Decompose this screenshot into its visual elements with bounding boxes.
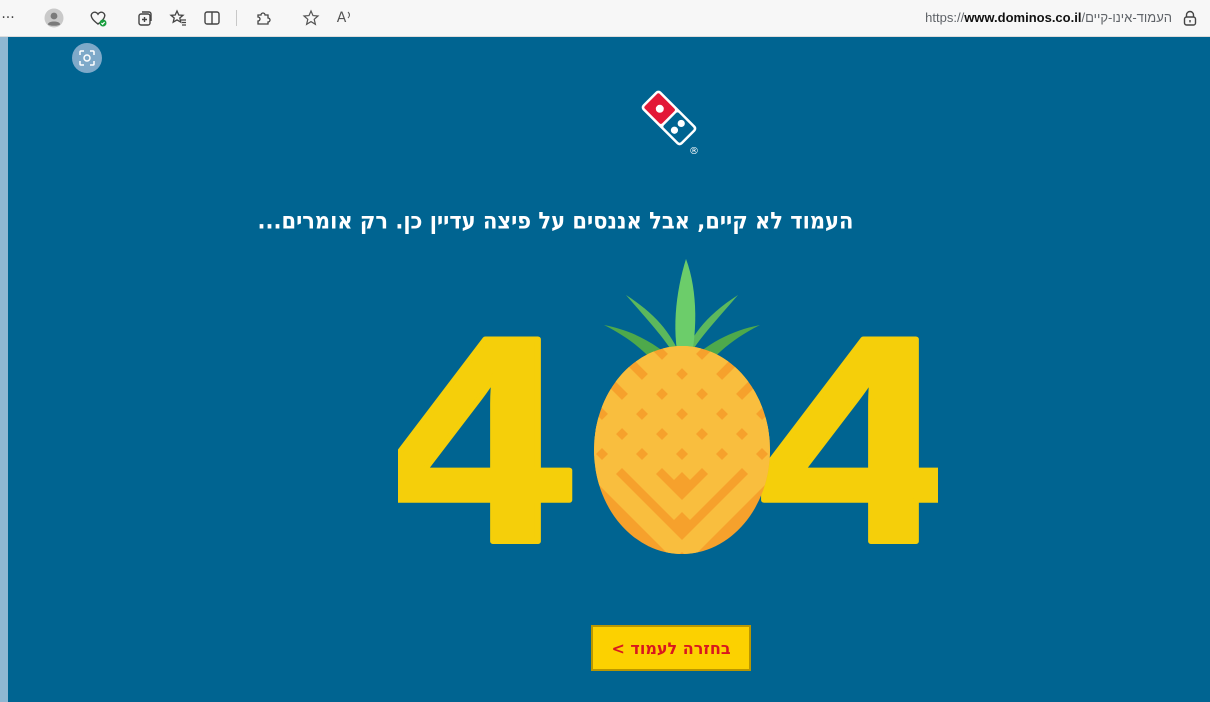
error-digit-left: 4	[398, 275, 573, 555]
collections-icon	[138, 11, 152, 26]
favorites-icon	[169, 9, 186, 26]
extensions-button[interactable]	[253, 8, 273, 28]
read-aloud-icon: A	[336, 10, 347, 26]
more-menu-button[interactable]: ···	[0, 8, 16, 28]
split-screen-icon	[204, 11, 220, 25]
registered-mark: ®	[689, 146, 699, 157]
favorite-star-button[interactable]	[301, 8, 321, 28]
toolbar-divider	[236, 10, 237, 26]
profile-icon	[44, 8, 64, 28]
browser-essentials-button[interactable]	[88, 8, 108, 28]
error-404-art: 4 4	[398, 259, 938, 555]
address-bar[interactable]: https://www.dominos.co.il/העמוד-אינו-קיי…	[925, 10, 1172, 25]
error-digit-right: 4	[759, 275, 938, 555]
url-path: /העמוד-אינו-קיים	[1081, 10, 1172, 25]
lock-icon	[1183, 10, 1197, 26]
split-screen-button[interactable]	[202, 8, 222, 28]
collections-button[interactable]	[135, 8, 155, 28]
visual-search-icon	[79, 50, 95, 66]
more-icon: ···	[1, 10, 15, 26]
site-info-button[interactable]	[1180, 8, 1200, 28]
page-content: ® העמוד לא קיים, אבל אננסים על פיצה עדיי…	[8, 37, 1210, 702]
error-message: העמוד לא קיים, אבל אננסים על פיצה עדיין …	[257, 207, 854, 235]
back-to-page-button[interactable]: בחזרה לעמוד >	[591, 625, 751, 671]
read-aloud-button[interactable]: A	[335, 8, 355, 28]
sound-wave-icon	[347, 11, 351, 19]
dominos-logo: ®	[641, 90, 699, 157]
browser-essentials-icon	[90, 11, 107, 27]
url-host: www.dominos.co.il	[964, 10, 1082, 25]
visual-search-button[interactable]	[72, 43, 102, 73]
browser-toolbar: ··· A https://www.dominos.co.il/העמוד-אי…	[0, 0, 1210, 37]
extensions-icon	[257, 12, 271, 25]
favorites-button[interactable]	[168, 8, 188, 28]
star-icon	[302, 9, 320, 26]
url-scheme: https://	[925, 10, 965, 25]
profile-button[interactable]	[44, 8, 64, 28]
